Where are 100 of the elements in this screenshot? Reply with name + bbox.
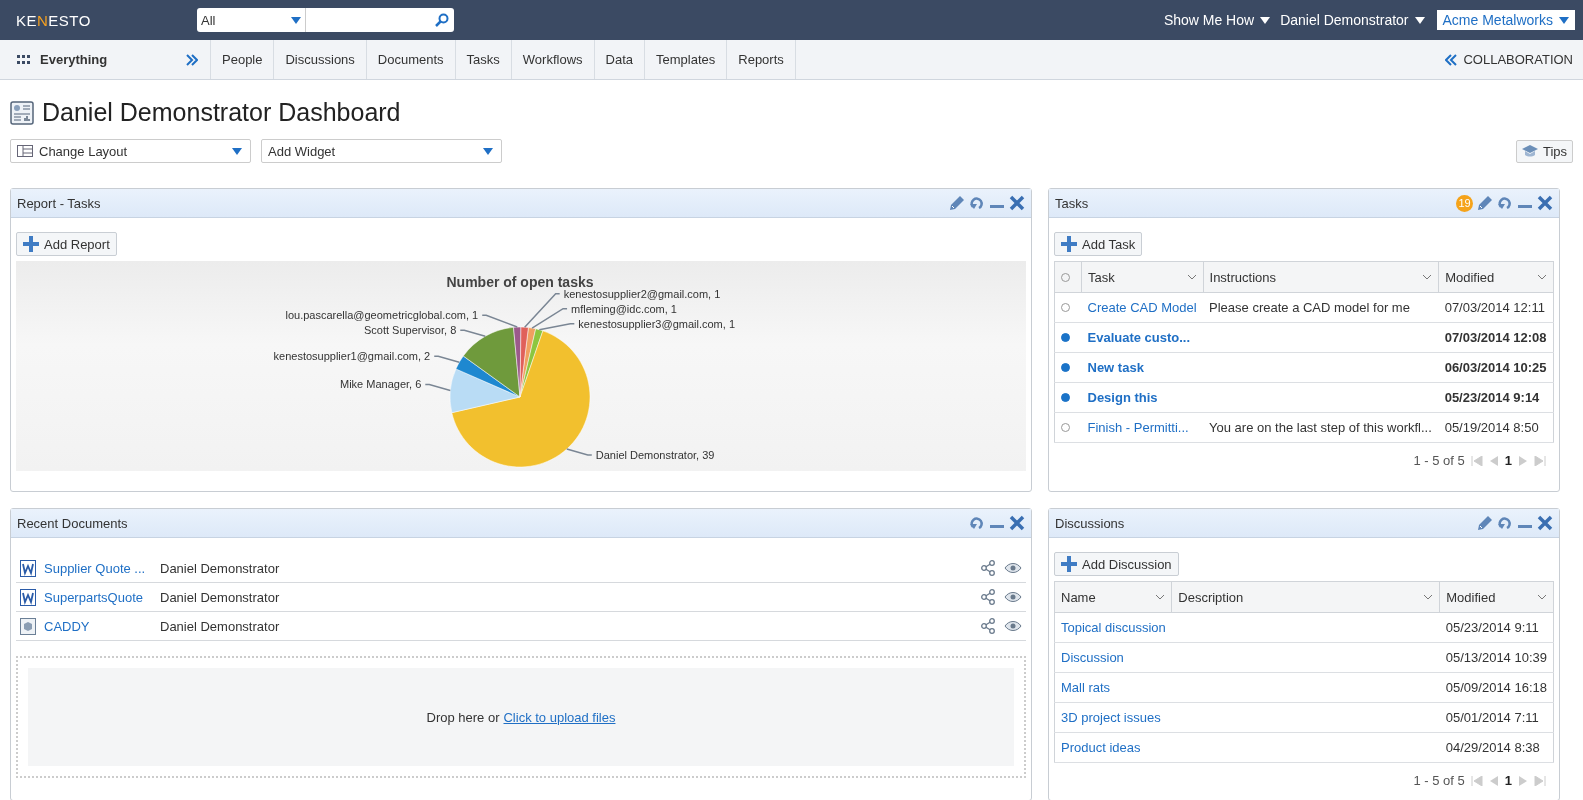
- discussion-link[interactable]: Topical discussion: [1061, 620, 1166, 635]
- owner-name: Daniel Demonstrator: [160, 618, 280, 634]
- task-link[interactable]: Evaluate custo...: [1087, 330, 1191, 345]
- document-link[interactable]: SuperpartsQuote: [44, 589, 143, 605]
- caret-icon: [1414, 16, 1425, 24]
- share-icon[interactable]: [980, 560, 996, 576]
- close-icon[interactable]: [1537, 195, 1553, 211]
- close-icon[interactable]: [1537, 515, 1553, 531]
- task-link[interactable]: New task: [1087, 360, 1144, 375]
- page-number[interactable]: 1: [1504, 453, 1512, 468]
- chevron-icon[interactable]: [1537, 274, 1547, 280]
- discussion-link[interactable]: Mall rats: [1061, 680, 1111, 695]
- menu-dropdown[interactable]: Show Me How: [1163, 12, 1271, 28]
- caret-icon: [232, 147, 242, 155]
- chevron-icon[interactable]: [1155, 594, 1166, 600]
- widget-select[interactable]: Add Widget: [261, 139, 502, 163]
- eye-icon[interactable]: [1004, 618, 1022, 634]
- table-cell: 07/03/2014 12:11: [1444, 300, 1545, 315]
- pager-summary: 1 - 5 of 5: [1413, 453, 1465, 468]
- close-icon[interactable]: [1009, 515, 1025, 531]
- refresh-icon[interactable]: [969, 515, 985, 531]
- owner-name: Daniel Demonstrator: [160, 560, 280, 576]
- search-icon[interactable]: [435, 13, 449, 27]
- unread-dot[interactable]: [1061, 333, 1070, 342]
- share-icon[interactable]: [980, 589, 996, 605]
- eye-icon[interactable]: [1004, 589, 1022, 605]
- column-header[interactable]: Instructions: [1203, 261, 1439, 293]
- cad-file-icon: [20, 617, 36, 635]
- chevron-icon[interactable]: [1186, 274, 1197, 280]
- drop-hint: Drop here or: [426, 709, 500, 725]
- pencil-icon[interactable]: [1477, 515, 1493, 531]
- company-select[interactable]: Acme Metalworks: [1436, 10, 1575, 30]
- column-header[interactable]: Description: [1171, 581, 1440, 613]
- unread-dot[interactable]: [1061, 363, 1070, 372]
- share-icon[interactable]: [980, 618, 996, 634]
- add-task-button[interactable]: Add Task: [1054, 232, 1143, 256]
- leader-line: [433, 355, 460, 363]
- nav-tab[interactable]: Data: [594, 40, 645, 79]
- double-chevron-icon: [1445, 53, 1458, 66]
- unread-dot[interactable]: [1061, 393, 1070, 402]
- discussion-link[interactable]: Discussion: [1061, 650, 1124, 665]
- add-discussion-button[interactable]: Add Discussion: [1054, 552, 1179, 576]
- count-badge: 19: [1456, 194, 1473, 212]
- chevron-icon[interactable]: [1537, 594, 1547, 600]
- nav-tab[interactable]: People: [211, 40, 275, 79]
- nav-tab[interactable]: Reports: [727, 40, 796, 79]
- owner-name: Daniel Demonstrator: [160, 589, 280, 605]
- document-link[interactable]: Supplier Quote ...: [44, 560, 146, 576]
- task-link[interactable]: Finish - Permitti...: [1087, 420, 1189, 435]
- document-link[interactable]: CADDY: [44, 618, 90, 634]
- page-number[interactable]: 1: [1504, 773, 1512, 788]
- nav-tab[interactable]: Discussions: [274, 40, 367, 79]
- plus-icon: [1061, 236, 1077, 252]
- task-link[interactable]: Design this: [1087, 390, 1158, 405]
- page-title: Daniel Demonstrator Dashboard: [42, 98, 401, 127]
- caret-icon: [1260, 16, 1271, 24]
- kenesto-logo[interactable]: KENESTO: [16, 11, 197, 29]
- eye-icon[interactable]: [1004, 560, 1022, 576]
- nav-tab[interactable]: Tasks: [455, 40, 512, 79]
- nav-tab[interactable]: Workflows: [511, 40, 595, 79]
- caret-icon: [291, 16, 301, 24]
- table-cell: 05/23/2014 9:14: [1444, 390, 1540, 405]
- chevron-icon[interactable]: [1422, 274, 1433, 280]
- dashboard-icon: [10, 100, 34, 125]
- nav-tab[interactable]: Templates: [645, 40, 728, 79]
- column-header[interactable]: Modified: [1438, 261, 1554, 293]
- table-cell: 05/23/2014 9:11: [1445, 620, 1539, 635]
- table-cell: 05/19/2014 8:50: [1444, 420, 1539, 435]
- discussion-link[interactable]: 3D project issues: [1061, 710, 1161, 725]
- data-label: kenestosupplier1@gmail.com, 2: [273, 350, 431, 363]
- task-link[interactable]: Create CAD Model: [1087, 300, 1197, 315]
- leader-line: [424, 383, 452, 392]
- layout-select[interactable]: Change Layout: [10, 139, 251, 163]
- pencil-icon[interactable]: [1477, 195, 1493, 211]
- plus-icon: [23, 236, 39, 252]
- add-report-button[interactable]: Add Report: [16, 232, 117, 256]
- nav-tab[interactable]: Documents: [366, 40, 456, 79]
- pencil-icon[interactable]: [949, 195, 965, 211]
- upload-drop-zone[interactable]: Drop here or Click to upload files: [16, 656, 1026, 778]
- refresh-icon[interactable]: [1497, 515, 1513, 531]
- leader-line: [566, 448, 593, 456]
- data-label: kenestosupplier3@gmail.com, 1: [578, 317, 735, 330]
- chevron-icon[interactable]: [1423, 594, 1434, 600]
- column-header[interactable]: Name: [1054, 581, 1172, 613]
- widget-title: Report - Tasks: [17, 195, 102, 211]
- upload-link[interactable]: Click to upload files: [503, 709, 616, 725]
- widget-title: Recent Documents: [17, 515, 129, 531]
- close-icon[interactable]: [1009, 195, 1025, 211]
- column-header[interactable]: Task: [1081, 261, 1204, 293]
- menu-dropdown[interactable]: Daniel Demonstrator: [1280, 12, 1425, 28]
- tips-button[interactable]: Tips: [1515, 139, 1573, 163]
- refresh-icon[interactable]: [969, 195, 985, 211]
- everything-menu[interactable]: Everything: [0, 40, 211, 79]
- column-header[interactable]: Modified: [1439, 581, 1554, 613]
- layout-icon: [17, 145, 33, 157]
- discussion-link[interactable]: Product ideas: [1061, 740, 1141, 755]
- double-chevron-icon: [186, 53, 198, 66]
- widget-title: Discussions: [1055, 515, 1126, 531]
- collaboration-toggle[interactable]: COLLABORATION: [1435, 40, 1583, 79]
- refresh-icon[interactable]: [1497, 195, 1513, 211]
